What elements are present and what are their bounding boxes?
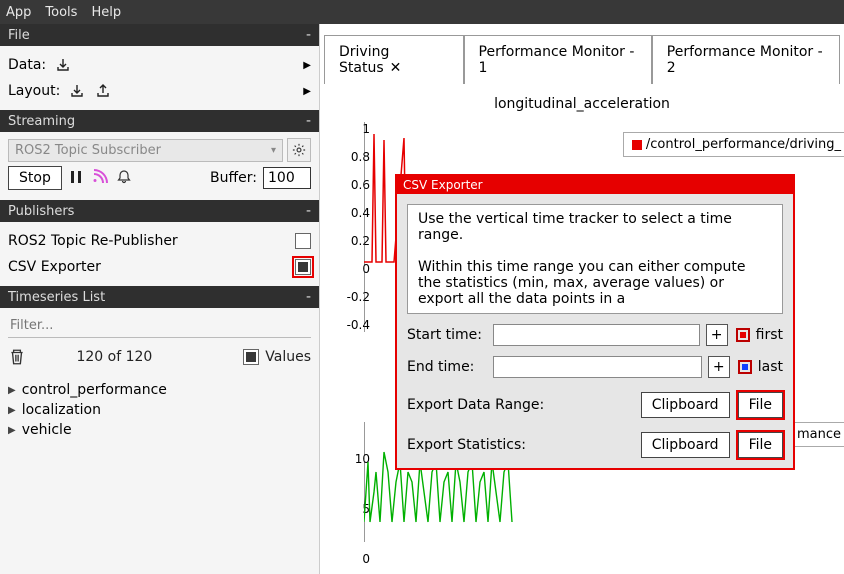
upload-icon[interactable] — [94, 82, 112, 100]
values-label: Values — [265, 349, 311, 365]
export-stats-file-button[interactable]: File — [738, 432, 783, 458]
menu-app[interactable]: App — [6, 5, 31, 20]
dialog-help-text[interactable]: Use the vertical time tracker to select … — [407, 204, 783, 314]
tab-label: Driving Status — [339, 44, 389, 76]
export-range-label: Export Data Range: — [407, 397, 633, 413]
layout-label: Layout: — [8, 83, 60, 99]
publisher-checkbox[interactable] — [295, 233, 311, 249]
close-icon[interactable]: ✕ — [390, 60, 402, 76]
tab-label: Performance Monitor - 2 — [667, 44, 823, 76]
caret-icon: ▶ — [8, 425, 16, 436]
download-icon[interactable] — [54, 56, 72, 74]
tab-bar: Driving Status✕ Performance Monitor - 1 … — [324, 34, 840, 84]
caret-icon: ▶ — [8, 385, 16, 396]
filter-input[interactable] — [8, 314, 311, 338]
file-section-title: File — [8, 28, 30, 43]
help-text-2: Within this time range you can either co… — [418, 259, 772, 307]
minimize-icon[interactable]: - — [306, 203, 311, 219]
export-range-clipboard-button[interactable]: Clipboard — [641, 392, 730, 418]
tree-item[interactable]: ▶ localization — [8, 400, 311, 420]
file-section-header[interactable]: File - — [0, 24, 319, 46]
tree-label: localization — [22, 402, 101, 418]
chart-legend[interactable]: /control_performance/driving_ — [623, 132, 844, 157]
tree-item[interactable]: ▶ control_performance — [8, 380, 311, 400]
publisher-label: CSV Exporter — [8, 259, 101, 275]
last-label: last — [758, 359, 783, 375]
menubar: App Tools Help — [0, 0, 844, 24]
pause-icon[interactable] — [68, 169, 86, 187]
rss-icon[interactable] — [92, 169, 110, 187]
sidebar: File - Data: ▶ Layout: ▶ — [0, 24, 320, 574]
legend-swatch-icon — [632, 140, 642, 150]
tab-label: Performance Monitor - 1 — [479, 44, 635, 76]
layout-row[interactable]: Layout: ▶ — [8, 78, 311, 104]
gear-button[interactable] — [287, 138, 311, 162]
values-checkbox[interactable] — [243, 349, 259, 365]
legend-label: /control_performance/driving_ — [646, 137, 841, 152]
download-icon[interactable] — [68, 82, 86, 100]
export-range-file-button[interactable]: File — [738, 392, 783, 418]
tab-driving-status[interactable]: Driving Status✕ — [324, 35, 464, 84]
start-time-label: Start time: — [407, 327, 487, 343]
first-label: first — [756, 327, 783, 343]
stop-button[interactable]: Stop — [8, 166, 62, 190]
bell-icon[interactable] — [116, 169, 134, 187]
last-swatch-icon[interactable] — [738, 360, 752, 374]
end-time-label: End time: — [407, 359, 487, 375]
timeseries-count: 120 of 120 — [76, 349, 152, 365]
timeseries-section-header[interactable]: Timeseries List - — [0, 286, 319, 308]
tree-label: control_performance — [22, 382, 167, 398]
tree-item[interactable]: ▶ vehicle — [8, 420, 311, 440]
menu-tools[interactable]: Tools — [45, 5, 77, 20]
publisher-label: ROS2 Topic Re-Publisher — [8, 233, 178, 249]
streaming-source-dropdown[interactable]: ROS2 Topic Subscriber ▾ — [8, 139, 283, 162]
csv-exporter-dialog: CSV Exporter Use the vertical time track… — [395, 174, 795, 470]
add-start-button[interactable]: + — [706, 324, 728, 346]
buffer-label: Buffer: — [210, 170, 257, 186]
publisher-row: ROS2 Topic Re-Publisher — [8, 228, 311, 254]
data-row[interactable]: Data: ▶ — [8, 52, 311, 78]
start-time-input[interactable] — [493, 324, 700, 346]
publishers-title: Publishers — [8, 204, 74, 219]
chevron-right-icon: ▶ — [303, 86, 311, 97]
chevron-down-icon: ▾ — [271, 145, 276, 156]
streaming-title: Streaming — [8, 114, 75, 129]
publisher-checkbox[interactable] — [295, 259, 311, 275]
tab-perf-2[interactable]: Performance Monitor - 2 — [652, 35, 840, 84]
trash-icon[interactable] — [8, 348, 26, 366]
values-toggle[interactable]: Values — [243, 349, 311, 365]
minimize-icon[interactable]: - — [306, 27, 311, 43]
chevron-right-icon: ▶ — [303, 60, 311, 71]
chart-title: longitudinal_acceleration — [334, 92, 830, 116]
export-stats-label: Export Statistics: — [407, 437, 633, 453]
first-swatch-icon[interactable] — [736, 328, 750, 342]
minimize-icon[interactable]: - — [306, 113, 311, 129]
end-time-input[interactable] — [493, 356, 702, 378]
export-stats-clipboard-button[interactable]: Clipboard — [641, 432, 730, 458]
legend-label: mance — [797, 427, 841, 442]
publisher-row: CSV Exporter — [8, 254, 311, 280]
tab-perf-1[interactable]: Performance Monitor - 1 — [464, 35, 652, 84]
streaming-source-label: ROS2 Topic Subscriber — [15, 143, 161, 158]
dialog-title: CSV Exporter — [397, 176, 793, 194]
add-end-button[interactable]: + — [708, 356, 730, 378]
buffer-input[interactable] — [263, 167, 311, 189]
menu-help[interactable]: Help — [91, 5, 121, 20]
caret-icon: ▶ — [8, 405, 16, 416]
tree-label: vehicle — [22, 422, 72, 438]
timeseries-title: Timeseries List — [8, 290, 105, 305]
minimize-icon[interactable]: - — [306, 289, 311, 305]
chart2-legend[interactable]: mance — [788, 422, 844, 447]
publishers-section-header[interactable]: Publishers - — [0, 200, 319, 222]
streaming-section-header[interactable]: Streaming - — [0, 110, 319, 132]
data-label: Data: — [8, 57, 46, 73]
help-text-1: Use the vertical time tracker to select … — [418, 211, 772, 243]
